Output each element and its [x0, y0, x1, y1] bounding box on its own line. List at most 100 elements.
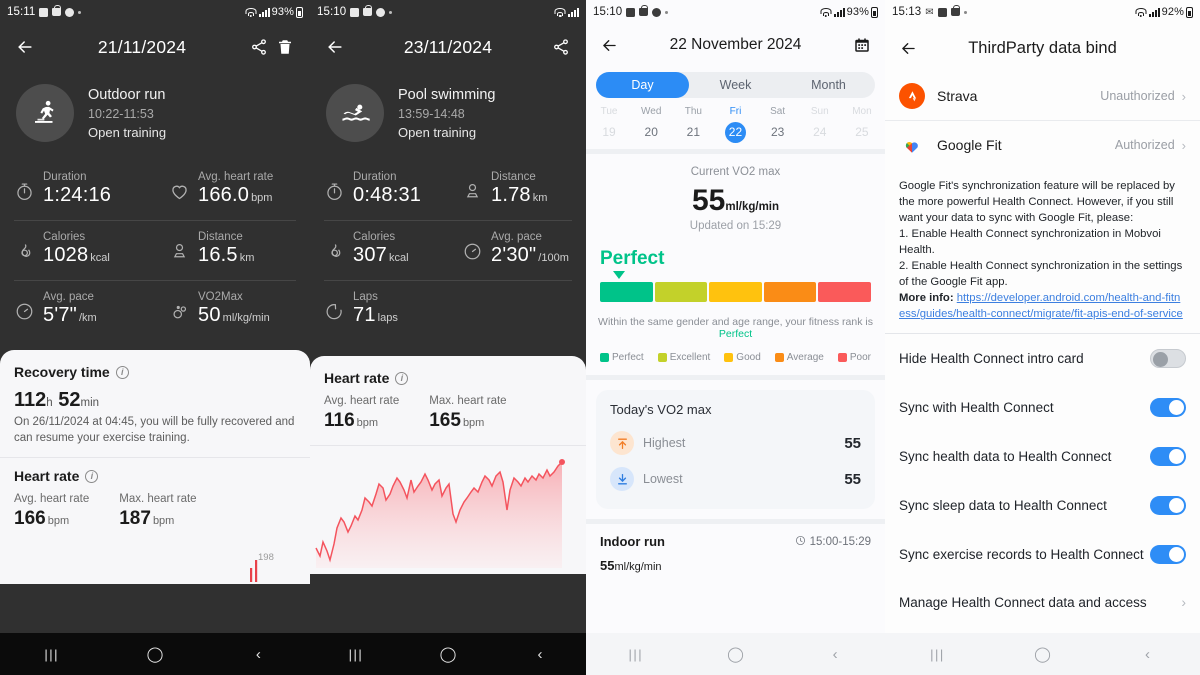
week-day-mon[interactable]: Mon 25	[841, 106, 883, 143]
status-time: 15:10	[317, 6, 347, 18]
setting-hide-intro-card[interactable]: Hide Health Connect intro card	[885, 334, 1200, 383]
heart-rate-chart-1: 198	[0, 538, 310, 584]
day-name: Sun	[810, 106, 829, 117]
metric-unit: ml/kg/min	[222, 312, 270, 324]
stopwatch-icon	[324, 181, 345, 202]
toggle-sync-with-health-connect[interactable]	[1150, 398, 1186, 418]
info-icon[interactable]: i	[395, 371, 409, 385]
trash-icon[interactable]	[272, 34, 298, 60]
recents-icon[interactable]: |||	[0, 647, 103, 662]
toggle-hide-intro-card[interactable]	[1150, 349, 1186, 369]
metric-value: 1:24:16	[43, 184, 112, 206]
panel-thirdparty-data-bind: 15:13 ✉ 92% ThirdParty data bind Strava …	[885, 0, 1200, 675]
gmail-icon: ✉	[925, 6, 934, 18]
day-number: 25	[855, 125, 869, 139]
back-arrow-icon[interactable]	[12, 34, 38, 60]
tab-week[interactable]: Week	[689, 72, 782, 98]
setting-label: Hide Health Connect intro card	[899, 351, 1084, 367]
info-icon[interactable]: i	[115, 365, 129, 379]
metric-row: Calories 307 kcal Avg. pace 2'30"/100m	[310, 220, 586, 280]
back-arrow-icon[interactable]	[322, 34, 348, 60]
wifi-icon	[554, 7, 566, 17]
status-bar-3: 15:10 93%	[586, 0, 885, 24]
chevron-right-icon: ›	[1181, 137, 1186, 153]
globe-icon	[376, 7, 386, 17]
setting-label: Sync with Health Connect	[899, 400, 1054, 416]
fitness-rank-word: Perfect	[600, 248, 665, 269]
home-icon[interactable]: ◯	[686, 645, 786, 663]
back-icon[interactable]: ‹	[785, 646, 885, 663]
home-icon[interactable]: ◯	[402, 645, 494, 663]
more-info-label: More info:	[899, 292, 957, 305]
metric-value: 2'30"	[491, 244, 537, 266]
tab-day[interactable]: Day	[596, 72, 689, 98]
exercise-entry[interactable]: Indoor run 15:00-15:29 55ml/kg/min	[586, 524, 885, 575]
section-separator	[586, 375, 885, 380]
metric-label: Distance	[198, 231, 243, 243]
calendar-icon[interactable]	[849, 32, 875, 58]
gauge-band-perfect	[600, 282, 653, 302]
period-segmented-control: Day Week Month	[596, 72, 875, 98]
stat-unit: bpm	[152, 515, 175, 528]
recents-icon[interactable]: |||	[310, 647, 402, 662]
back-icon[interactable]: ‹	[494, 646, 586, 663]
metric-value: 5'7"	[43, 304, 77, 326]
info-icon[interactable]: i	[85, 469, 99, 483]
setting-manage-health-connect[interactable]: Manage Health Connect data and access ›	[885, 579, 1200, 625]
speedometer-icon	[14, 301, 35, 322]
status-time: 15:11	[7, 6, 36, 18]
vo2-lowest-row: Lowest 55	[610, 461, 861, 497]
bag-icon	[363, 5, 373, 16]
gauge-band-excellent	[654, 282, 708, 302]
back-arrow-icon[interactable]	[596, 32, 622, 58]
toggle-sync-exercise-records[interactable]	[1150, 545, 1186, 565]
share-icon[interactable]	[246, 34, 272, 60]
chart-peak-label: 198	[258, 552, 274, 564]
setting-sync-health-data[interactable]: Sync health data to Health Connect	[885, 432, 1200, 481]
share-icon[interactable]	[548, 34, 574, 60]
metric-label: Duration	[43, 171, 87, 183]
day-number: 23	[770, 125, 785, 139]
metric-unit: km	[239, 252, 255, 264]
settings-header: ThirdParty data bind	[885, 24, 1200, 72]
metric-unit: kcal	[388, 252, 409, 264]
workout-type: Open training	[88, 124, 167, 140]
account-row-strava[interactable]: Strava Unauthorized ›	[885, 72, 1200, 120]
recents-icon[interactable]: |||	[586, 647, 686, 662]
bag-icon	[950, 5, 960, 16]
recents-icon[interactable]: |||	[885, 647, 990, 662]
toggle-sync-health-data[interactable]	[1150, 447, 1186, 467]
signal-icon	[833, 7, 845, 17]
account-row-google-fit[interactable]: Google Fit Authorized ›	[885, 121, 1200, 169]
week-day-sat[interactable]: Sat 23	[757, 106, 799, 143]
week-day-fri[interactable]: Fri 22	[714, 106, 756, 143]
back-icon[interactable]: ‹	[207, 646, 310, 663]
setting-sync-with-health-connect[interactable]: Sync with Health Connect	[885, 383, 1200, 432]
stat-label: Avg. heart rate	[324, 395, 400, 407]
day-name: Wed	[641, 106, 662, 117]
metric-duration: Duration 0:48:31	[310, 160, 448, 220]
card-title: Recovery time	[14, 364, 110, 380]
back-arrow-icon[interactable]	[895, 35, 921, 61]
strava-icon	[899, 83, 925, 109]
week-day-thu[interactable]: Thu 21	[672, 106, 714, 143]
account-status: Unauthorized ›	[1100, 88, 1186, 104]
week-day-wed[interactable]: Wed 20	[630, 106, 672, 143]
legend-average: Average	[774, 352, 824, 363]
metric-unit: kcal	[90, 252, 110, 264]
wifi-icon	[820, 7, 832, 17]
tab-month[interactable]: Month	[782, 72, 875, 98]
setting-sync-exercise-records[interactable]: Sync exercise records to Health Connect	[885, 530, 1200, 579]
metric-value: 1.78	[491, 184, 531, 206]
legend-poor: Poor	[837, 352, 871, 363]
recovery-time-card: Recovery time i 112h 52min On 26/11/2024…	[0, 350, 310, 585]
toggle-sync-sleep-data[interactable]	[1150, 496, 1186, 516]
week-day-sun[interactable]: Sun 24	[799, 106, 841, 143]
home-icon[interactable]: ◯	[103, 645, 206, 663]
gauge-band-good	[709, 282, 762, 302]
home-icon[interactable]: ◯	[990, 645, 1095, 663]
back-icon[interactable]: ‹	[1095, 646, 1200, 663]
setting-sync-sleep-data[interactable]: Sync sleep data to Health Connect	[885, 481, 1200, 530]
week-day-tue[interactable]: Tue 19	[588, 106, 630, 143]
page-title: 22 November 2024	[669, 36, 802, 53]
